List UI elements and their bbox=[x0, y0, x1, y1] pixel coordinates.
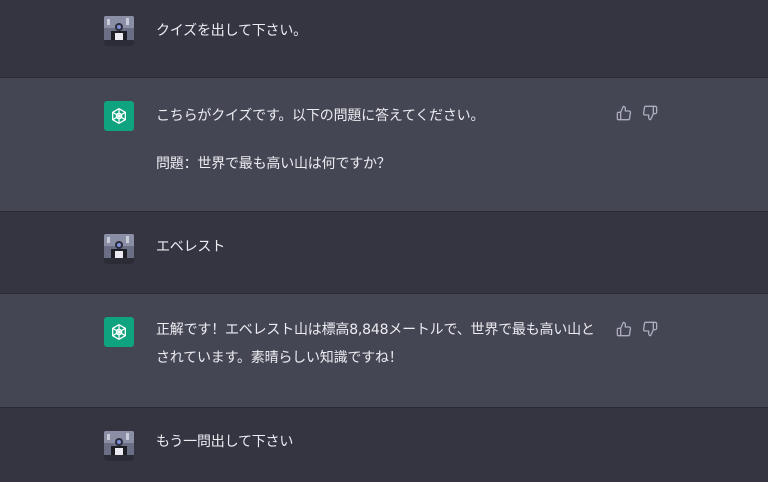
message-paragraph: クイズを出して下さい。 bbox=[156, 23, 307, 39]
message-assistant: こちらがクイズです。以下の問題に答えてください。 問題：世界で最も高い山は何です… bbox=[0, 78, 768, 211]
message-paragraph: 正解です！エベレスト山は標高8,848メートルで、世界で最も高い山とされています… bbox=[156, 322, 595, 366]
message-text: クイズを出して下さい。 bbox=[156, 17, 606, 45]
thumbs-up-icon[interactable] bbox=[616, 321, 632, 337]
message-paragraph: エベレスト bbox=[156, 239, 225, 255]
user-avatar bbox=[104, 431, 134, 461]
thumbs-down-icon[interactable] bbox=[642, 105, 658, 121]
message-text: こちらがクイズです。以下の問題に答えてください。 問題：世界で最も高い山は何です… bbox=[156, 102, 606, 178]
message-assistant: 正解です！エベレスト山は標高8,848メートルで、世界で最も高い山とされています… bbox=[0, 294, 768, 407]
openai-logo-icon bbox=[104, 317, 134, 347]
message-paragraph: こちらがクイズです。以下の問題に答えてください。 bbox=[156, 108, 485, 124]
message-user: エベレスト bbox=[0, 212, 768, 293]
message-text: もう一問出して下さい bbox=[156, 428, 606, 456]
thumbs-down-icon[interactable] bbox=[642, 321, 658, 337]
feedback-buttons bbox=[616, 321, 658, 337]
chat-thread: クイズを出して下さい。 こちらがクイズです。以下の問題に答えてください。 問題：… bbox=[0, 0, 768, 482]
openai-logo-icon bbox=[104, 101, 134, 131]
message-paragraph: もう一問出して下さい bbox=[156, 434, 294, 450]
feedback-buttons bbox=[616, 105, 658, 121]
message-user: クイズを出して下さい。 bbox=[0, 0, 768, 77]
thumbs-up-icon[interactable] bbox=[616, 105, 632, 121]
user-avatar bbox=[104, 234, 134, 264]
message-text: 正解です！エベレスト山は標高8,848メートルで、世界で最も高い山とされています… bbox=[156, 316, 606, 372]
message-text: エベレスト bbox=[156, 233, 606, 261]
message-paragraph: 問題：世界で最も高い山は何ですか？ bbox=[156, 156, 391, 172]
user-avatar bbox=[104, 16, 134, 46]
message-user: もう一問出して下さい bbox=[0, 408, 768, 482]
